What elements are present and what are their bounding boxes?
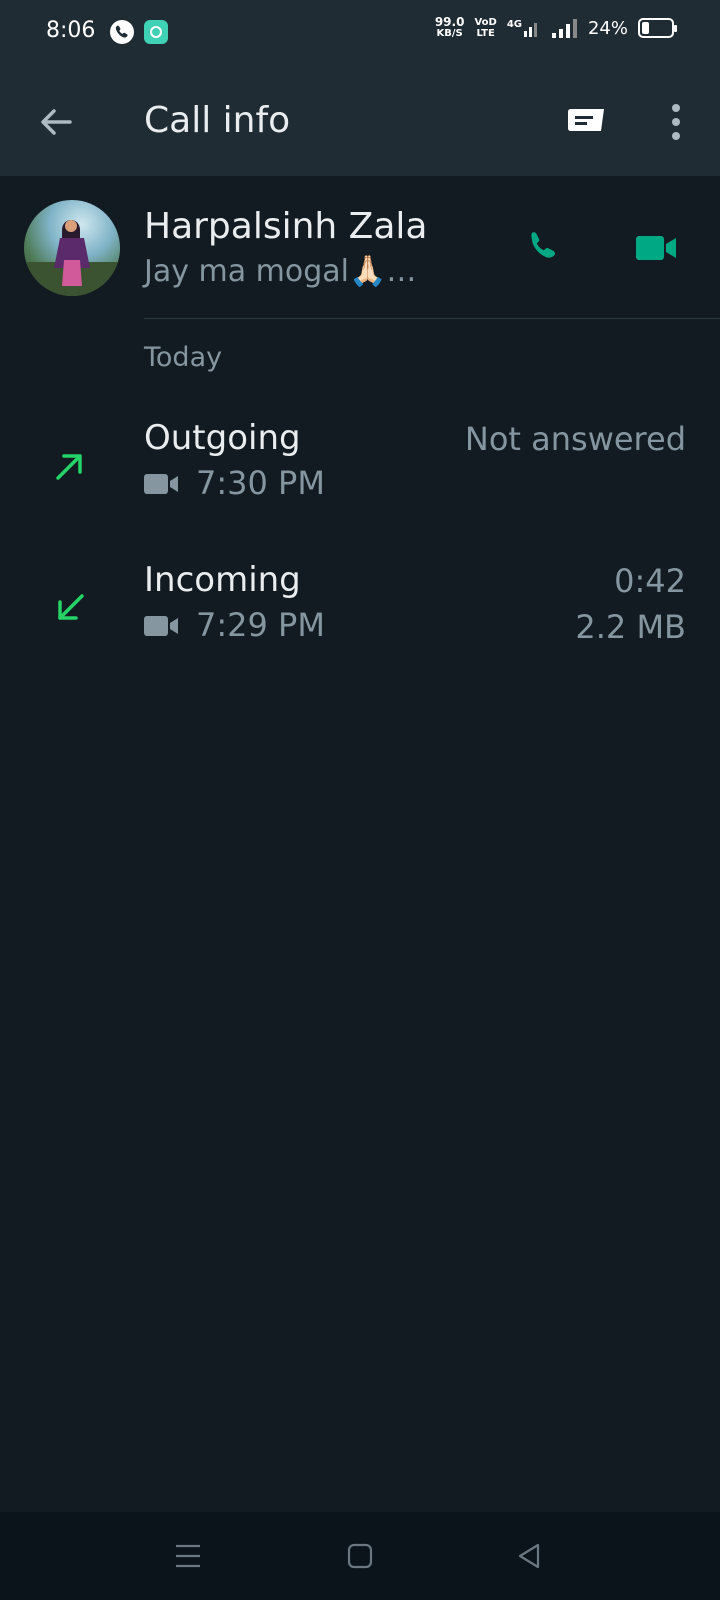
call-type: Incoming bbox=[144, 560, 301, 600]
back-triangle-icon bbox=[518, 1543, 540, 1569]
message-icon bbox=[568, 109, 604, 131]
system-back-button[interactable] bbox=[508, 1534, 552, 1578]
status-time: 8:06 bbox=[46, 18, 96, 43]
video-camera-icon bbox=[636, 236, 676, 260]
call-duration: 0:42 bbox=[614, 562, 686, 600]
chat-app-notification-icon bbox=[144, 20, 168, 44]
vod-label: VoD bbox=[474, 17, 497, 28]
more-options-button[interactable] bbox=[656, 100, 696, 144]
network-speed-value: 99.0 bbox=[434, 15, 465, 29]
battery-level-fill bbox=[642, 22, 649, 34]
call-type: Outgoing bbox=[144, 418, 301, 458]
network-speed-unit: KB/S bbox=[436, 28, 463, 39]
network-type-label: 4G bbox=[506, 19, 522, 30]
phone-icon bbox=[531, 232, 556, 258]
app-bar: Call info bbox=[0, 64, 720, 176]
lte-label: LTE bbox=[476, 28, 495, 39]
status-indicators: 99.0 KB/S VoD LTE 4G 24% bbox=[435, 16, 677, 40]
contact-name[interactable]: Harpalsinh Zala bbox=[144, 206, 427, 247]
voice-call-button[interactable] bbox=[520, 224, 568, 272]
battery-percent: 24% bbox=[587, 17, 628, 39]
page-title: Call info bbox=[144, 100, 291, 141]
status-bar: 8:06 99.0 KB/S VoD LTE 4G 24% bbox=[0, 0, 720, 64]
recent-apps-button[interactable] bbox=[166, 1534, 210, 1578]
back-button[interactable] bbox=[34, 100, 78, 144]
battery-icon bbox=[638, 18, 677, 38]
signal-strength-icon bbox=[551, 19, 577, 38]
call-log-item: Incoming 7:29 PM 0:42 2.2 MB bbox=[0, 560, 720, 680]
call-time: 7:30 PM bbox=[196, 464, 325, 502]
message-button[interactable] bbox=[564, 100, 608, 144]
arrow-left-icon bbox=[41, 109, 72, 135]
system-nav-bar bbox=[0, 1512, 720, 1600]
home-square-icon bbox=[347, 1543, 373, 1569]
call-time: 7:29 PM bbox=[196, 606, 325, 644]
menu-icon bbox=[176, 1544, 200, 1568]
call-log-item: Outgoing 7:30 PM Not answered bbox=[0, 418, 720, 538]
call-status: Not answered bbox=[464, 420, 686, 458]
signal-4g-icon: 4G bbox=[507, 19, 542, 37]
incoming-arrow-icon bbox=[58, 594, 84, 620]
call-data-size: 2.2 MB bbox=[575, 608, 686, 646]
network-speed: 99.0 KB/S bbox=[435, 16, 465, 40]
avatar[interactable] bbox=[24, 200, 120, 296]
more-vert-icon bbox=[672, 104, 680, 140]
video-call-button[interactable] bbox=[632, 224, 680, 272]
contact-row[interactable]: Harpalsinh Zala Jay ma mogal🙏🏻… bbox=[0, 192, 720, 316]
outgoing-arrow-icon bbox=[56, 454, 82, 480]
volte-tag: VoD LTE bbox=[474, 17, 496, 39]
divider bbox=[144, 318, 720, 319]
whatsapp-notification-icon bbox=[110, 20, 134, 44]
video-call-icon bbox=[144, 474, 178, 494]
home-button[interactable] bbox=[338, 1534, 382, 1578]
video-call-icon bbox=[144, 616, 178, 636]
section-label-today: Today bbox=[144, 342, 223, 373]
contact-status: Jay ma mogal🙏🏻… bbox=[144, 254, 417, 289]
